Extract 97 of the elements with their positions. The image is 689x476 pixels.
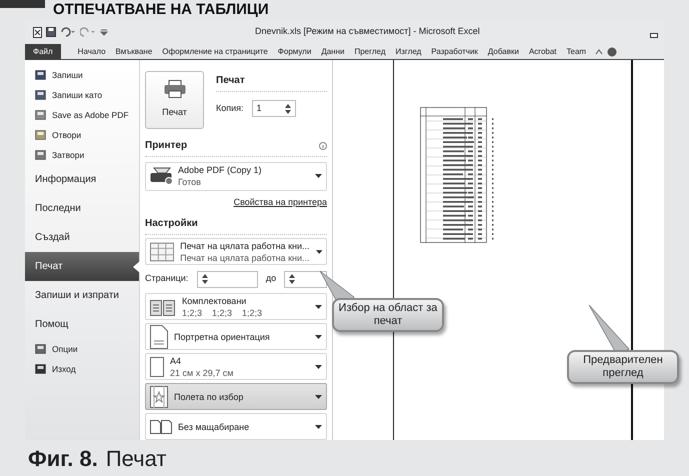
document-icon: [35, 344, 46, 354]
printer-icon: [150, 167, 174, 186]
setting-title: Полета по избор: [174, 390, 244, 402]
dropdown-arrow-icon: [315, 424, 322, 428]
menu-label: Save as Adobe PDF: [52, 108, 129, 122]
ribbon-tab[interactable]: Team: [562, 44, 592, 60]
printer-name: Adobe PDF (Copy 1): [178, 164, 263, 176]
section-heading: Настройки: [145, 216, 327, 236]
ribbon-tab[interactable]: Преглед: [349, 44, 390, 60]
figure-caption: Печат: [106, 444, 166, 472]
figure-number: Фиг. 8.: [28, 444, 98, 472]
pages-label: Страници:: [145, 272, 190, 286]
menu-item[interactable]: Запиши и изпрати: [25, 281, 139, 310]
selection-pointer-icon: [133, 260, 140, 272]
menu-item[interactable]: Създай: [25, 223, 139, 252]
spinner-arrows-icon: [284, 104, 291, 114]
section-heading: Принтер: [145, 139, 188, 153]
print-button[interactable]: Печат: [145, 71, 204, 129]
menu-item[interactable]: Отвори: [25, 125, 139, 145]
setting-dropdown[interactable]: A4 21 см x 29,7 см: [145, 353, 327, 380]
copies-label: Копия:: [216, 102, 244, 115]
customize-toolbar-icon[interactable]: [100, 27, 108, 37]
page-icon: [150, 324, 168, 348]
menu-label: Отвори: [52, 128, 82, 142]
dropdown-arrow-icon: [315, 334, 322, 338]
menu-item[interactable]: Помощ: [25, 310, 139, 339]
menu-label: Затвори: [52, 148, 84, 162]
setting-subtitle: 21 см x 29,7 см: [170, 366, 234, 378]
menu-label: Изход: [52, 362, 76, 376]
setting-title: Печат на цялата работна кни...: [180, 240, 310, 252]
pages-icon: [150, 420, 172, 434]
ribbon-tab[interactable]: Вмъкване: [110, 44, 158, 60]
callout-bubble: Избор на област за печат: [332, 298, 444, 332]
dropdown-arrow-icon: [315, 174, 322, 178]
heading-marker: [0, 0, 45, 8]
menu-label: Запиши: [52, 68, 83, 82]
setting-dropdown[interactable]: Комплектовани 1;2;3 1;2;3 1;2;3: [145, 293, 327, 320]
setting-dropdown[interactable]: Без мащабиране: [145, 413, 327, 440]
setting-subtitle: Печат на цялата работна кни...: [180, 252, 310, 264]
excel-icon: [33, 26, 42, 38]
ribbon-tab[interactable]: Разработчик: [426, 44, 483, 60]
page-from-field[interactable]: [196, 270, 258, 288]
callout-bubble: Предварителен преглед: [567, 350, 679, 384]
page-heading: ОТПЕЧАТВАНЕ НА ТАБЛИЦИ: [53, 2, 269, 18]
dropdown-arrow-icon: [315, 304, 322, 308]
setting-subtitle: 1;2;3 1;2;3 1;2;3: [182, 306, 264, 318]
margins-icon: [150, 386, 168, 408]
printer-properties-link[interactable]: Свойства на принтера: [234, 196, 327, 210]
minimize-icon[interactable]: [650, 33, 658, 38]
undo-icon[interactable]: [60, 27, 76, 37]
printer-icon: [164, 80, 186, 98]
document-icon: [35, 70, 46, 80]
ribbon-tab[interactable]: Начало: [72, 44, 111, 60]
dropdown-arrow-icon: [316, 250, 322, 254]
ribbon-tab[interactable]: Файл: [25, 44, 61, 60]
page-icon: [150, 356, 164, 376]
copies-field[interactable]: 1: [252, 100, 296, 117]
document-icon: [35, 110, 46, 120]
menu-item[interactable]: Печат: [25, 252, 139, 281]
pages-icon: [150, 298, 176, 316]
menu-item[interactable]: Затвори: [25, 145, 139, 165]
window-title: Dnevnik.xls [Режим на съвместимост] - Microsoft Excel: [255, 25, 480, 38]
ribbon-tab[interactable]: Acrobat: [524, 44, 562, 60]
setting-dropdown[interactable]: Полета по избор: [145, 383, 327, 410]
menu-label: Опции: [52, 342, 78, 356]
setting-title: Без мащабиране: [178, 420, 250, 432]
spinner-arrows-icon: [202, 274, 208, 284]
setting-dropdown[interactable]: Портретна ориентация: [145, 323, 327, 350]
menu-item[interactable]: Запиши: [25, 65, 139, 85]
info-icon[interactable]: [319, 142, 327, 150]
ribbon-tab[interactable]: Оформление на страниците: [157, 44, 273, 60]
setting-title: Портретна ориентация: [174, 330, 271, 342]
spinner-arrows-icon: [289, 274, 296, 284]
to-label: до: [264, 272, 278, 286]
menu-item[interactable]: Последни: [25, 194, 139, 223]
collapse-ribbon-icon[interactable]: [595, 48, 604, 54]
document-icon: [35, 90, 46, 100]
ribbon-tab[interactable]: Формули: [272, 44, 316, 60]
ribbon-tab[interactable]: Данни: [316, 44, 350, 60]
printer-dropdown[interactable]: Adobe PDF (Copy 1) Готов: [145, 162, 327, 191]
sheet-grid-icon: [150, 242, 174, 262]
menu-item[interactable]: Опции: [25, 339, 139, 359]
menu-item[interactable]: Информация: [25, 165, 139, 194]
save-icon: [46, 27, 56, 37]
menu-label: Запиши като: [52, 88, 102, 102]
setting-title: Комплектовани: [182, 294, 248, 306]
printer-status: Готов: [178, 176, 202, 188]
dropdown-arrow-icon: [315, 394, 322, 398]
menu-item[interactable]: Save as Adobe PDF: [25, 105, 139, 125]
section-heading: Печат: [216, 71, 327, 92]
dropdown-arrow-icon: [315, 364, 322, 368]
menu-item[interactable]: Изход: [25, 359, 139, 379]
ribbon-tab[interactable]: Изглед: [390, 44, 426, 60]
menu-item[interactable]: Запиши като: [25, 85, 139, 105]
setting-title: A4: [170, 354, 182, 366]
ribbon-tab[interactable]: Добавки: [482, 44, 524, 60]
setting-dropdown[interactable]: Печат на цялата работна кни... Печат на цялата работна кни...: [145, 238, 327, 266]
